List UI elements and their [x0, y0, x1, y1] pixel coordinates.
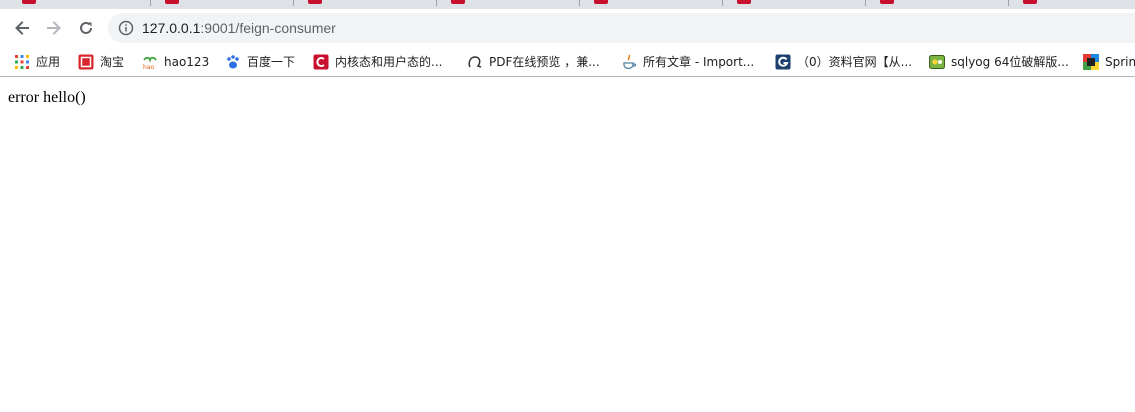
bookmark-articles[interactable]: 所有文章 - Import...: [621, 53, 754, 71]
bookmark-csdn[interactable]: 内核态和用户态的...: [313, 53, 442, 71]
bookmark-sqlyog[interactable]: sqlyog 64位破解版...: [929, 53, 1069, 71]
browser-tab[interactable]: [866, 0, 1009, 9]
bookmark-label: sqlyog 64位破解版...: [951, 55, 1069, 69]
bookmark-taobao[interactable]: 淘宝: [78, 53, 124, 71]
svg-text:hao: hao: [143, 64, 154, 70]
tab-favicon-icon: [1023, 0, 1037, 4]
tab-favicon-icon: [165, 0, 179, 4]
page-content: error hello(): [0, 78, 1135, 412]
bookmark-label: 所有文章 - Import...: [643, 55, 755, 69]
bookmark-label: 淘宝: [100, 55, 125, 69]
omega-icon: [467, 54, 483, 70]
arrow-left-icon: [15, 21, 29, 35]
bookmark-hao123[interactable]: hao hao123: [142, 53, 209, 71]
hao123-icon: hao: [142, 54, 158, 70]
java-icon: [621, 54, 637, 70]
arrow-right-icon: [47, 21, 61, 35]
bookmark-label: Sprin: [1105, 55, 1135, 69]
browser-tab[interactable]: [8, 0, 151, 9]
tab-favicon-icon: [451, 0, 465, 4]
bookmark-spring[interactable]: Sprin: [1083, 53, 1135, 71]
tab-favicon-icon: [594, 0, 608, 4]
tab-favicon-icon: [880, 0, 894, 4]
g-logo-icon: [775, 54, 791, 70]
browser-tab[interactable]: [437, 0, 580, 9]
url-path: :9001/feign-consumer: [200, 20, 336, 36]
browser-tab[interactable]: [1009, 0, 1135, 9]
browser-tab[interactable]: [151, 0, 294, 9]
baidu-paw-icon: [225, 54, 241, 70]
bookmark-label: 百度一下: [247, 55, 296, 69]
bookmarks-bar: 应用 淘宝 hao hao123 百度一下 内核态和用户态的... PDF在线预…: [0, 47, 1135, 77]
reload-button[interactable]: [74, 16, 98, 40]
bookmark-label: PDF在线预览 ，兼...: [489, 55, 600, 69]
bookmark-label: hao123: [164, 55, 210, 69]
browser-toolbar: 127.0.0.1:9001/feign-consumer: [0, 9, 1135, 47]
bookmark-pdf[interactable]: PDF在线预览 ，兼...: [467, 53, 600, 71]
bookmark-label: （0）资料官网【从...: [797, 55, 913, 69]
tab-favicon-icon: [308, 0, 322, 4]
url-text[interactable]: 127.0.0.1:9001/feign-consumer: [142, 20, 336, 36]
browser-tab[interactable]: [723, 0, 866, 9]
response-text: error hello(): [8, 89, 86, 106]
bookmark-label: 内核态和用户态的...: [335, 55, 443, 69]
apps-grid-icon: [14, 54, 30, 70]
sqlyog-icon: [929, 54, 945, 70]
csdn-icon: [313, 54, 329, 70]
bookmark-label: 应用: [36, 55, 61, 69]
browser-tab[interactable]: [294, 0, 437, 9]
tab-strip: [0, 0, 1135, 9]
tab-favicon-icon: [737, 0, 751, 4]
bookmark-baidu[interactable]: 百度一下: [225, 53, 295, 71]
tab-favicon-icon: [22, 0, 36, 4]
taobao-icon: [78, 54, 94, 70]
forward-button[interactable]: [42, 16, 66, 40]
reload-icon: [80, 21, 92, 34]
address-bar[interactable]: 127.0.0.1:9001/feign-consumer: [108, 13, 1135, 43]
url-host: 127.0.0.1: [142, 20, 201, 36]
info-circle-icon[interactable]: [118, 20, 134, 36]
spring-icon: [1083, 54, 1099, 70]
back-button[interactable]: [10, 16, 34, 40]
bookmark-docs[interactable]: （0）资料官网【从...: [775, 53, 912, 71]
browser-tab[interactable]: [580, 0, 723, 9]
bookmark-apps[interactable]: 应用: [14, 53, 60, 71]
